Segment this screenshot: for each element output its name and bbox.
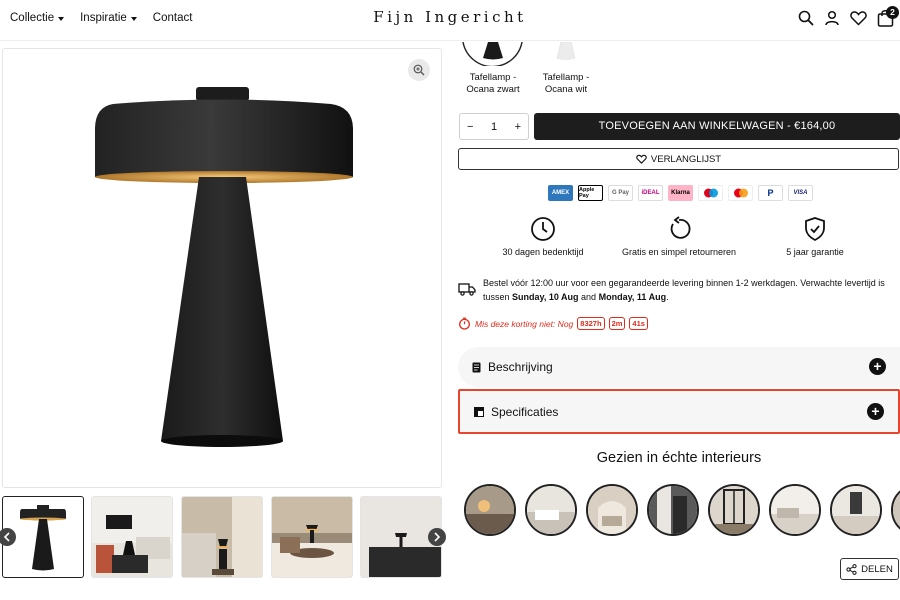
shield-check-icon bbox=[805, 217, 825, 242]
timer-hours: 8327h bbox=[577, 317, 605, 330]
delivery-info: Bestel vóór 12:00 uur voor een gegarande… bbox=[458, 276, 890, 304]
chevron-down-icon bbox=[130, 16, 137, 21]
plus-icon: + bbox=[869, 358, 886, 375]
gezien-title: Gezien in échte interieurs bbox=[596, 450, 762, 466]
accordion-label: Specificaties bbox=[491, 404, 559, 419]
quantity-stepper: − 1 + bbox=[459, 113, 529, 140]
share-button[interactable]: DELEN bbox=[840, 558, 899, 580]
accordion-label: Beschrijving bbox=[488, 360, 553, 374]
benefit-label: Gratis en simpel retourneren bbox=[621, 247, 737, 257]
add-to-cart-button[interactable]: TOEVOEGEN AAN WINKELWAGEN - €164,00 bbox=[534, 113, 900, 140]
payment-methods: AMEX Apple Pay G Pay iDEAL Klarna P VISA bbox=[548, 185, 813, 201]
interior-photo-6[interactable] bbox=[769, 484, 821, 536]
delivery-date-to: Monday, 11 Aug bbox=[598, 292, 667, 302]
share-icon bbox=[846, 563, 857, 575]
account-icon[interactable] bbox=[824, 10, 840, 26]
search-icon[interactable] bbox=[798, 10, 814, 26]
benefit-retourneren: Gratis en simpel retourneren bbox=[604, 216, 754, 257]
variant-label: Tafellamp - Ocana wit bbox=[542, 72, 590, 95]
timer-seconds: 41s bbox=[629, 317, 648, 330]
variant-ocana-wit[interactable]: Tafellamp - Ocana wit bbox=[531, 41, 601, 95]
google-pay-icon: G Pay bbox=[608, 185, 633, 201]
arrow-left-icon bbox=[3, 532, 10, 542]
benefit-garantie: 5 jaar garantie bbox=[740, 216, 890, 257]
variant-swatch bbox=[462, 41, 523, 68]
klarna-icon: Klarna bbox=[668, 185, 693, 201]
site-logo[interactable]: Fijn Ingericht bbox=[300, 8, 600, 26]
thumbnail-prev-button[interactable] bbox=[0, 528, 16, 546]
variant-ocana-zwart[interactable]: Tafellamp - Ocana zwart bbox=[458, 41, 528, 95]
quantity-increase-button[interactable]: + bbox=[515, 121, 521, 133]
mastercard-icon bbox=[728, 185, 753, 201]
stopwatch-icon bbox=[459, 317, 470, 330]
nav-contact[interactable]: Contact bbox=[153, 12, 193, 24]
nav-contact-label: Contact bbox=[152, 12, 193, 24]
ruler-icon bbox=[474, 406, 484, 417]
arrow-right-icon bbox=[434, 532, 441, 542]
wishlist-button[interactable]: VERLANGLIJST bbox=[458, 148, 899, 170]
variant-swatch bbox=[556, 41, 576, 60]
interior-photos-carousel bbox=[464, 484, 900, 536]
benefit-bedenktijd: 30 dagen bedenktijd bbox=[468, 216, 618, 257]
thumbnail-4[interactable] bbox=[271, 496, 353, 578]
interior-photo-8[interactable] bbox=[891, 484, 900, 536]
visa-icon: VISA bbox=[788, 185, 813, 201]
site-header: Collectie Inspiratie Contact Fijn Ingeri… bbox=[0, 0, 900, 41]
ideal-icon: iDEAL bbox=[638, 185, 663, 201]
nav-inspiratie[interactable]: Inspiratie bbox=[80, 12, 137, 24]
benefits-row: 30 dagen bedenktijd Gratis en simpel ret… bbox=[458, 216, 900, 264]
apple-pay-icon: Apple Pay bbox=[578, 185, 603, 201]
benefit-label: 30 dagen bedenktijd bbox=[502, 247, 584, 257]
heart-icon[interactable] bbox=[850, 10, 867, 26]
benefit-label: 5 jaar garantie bbox=[786, 247, 844, 257]
main-nav: Collectie Inspiratie Contact bbox=[10, 12, 192, 24]
timer-minutes: 2m bbox=[608, 317, 626, 330]
zoom-button[interactable] bbox=[408, 59, 430, 81]
discount-timer: Mis deze korting niet: Nog 8327h 2m 41s bbox=[458, 317, 648, 330]
wishlist-label: VERLANGLIJST bbox=[650, 153, 722, 165]
quantity-value[interactable]: 1 bbox=[491, 121, 497, 133]
nav-collectie[interactable]: Collectie bbox=[10, 12, 65, 24]
amex-icon: AMEX bbox=[548, 185, 573, 201]
accordion-beschrijving[interactable]: Beschrijving + bbox=[458, 347, 900, 387]
truck-icon bbox=[458, 283, 476, 296]
paypal-icon: P bbox=[758, 185, 783, 201]
return-icon bbox=[670, 216, 691, 239]
main-product-image[interactable] bbox=[2, 48, 442, 488]
nav-collectie-label: Collectie bbox=[10, 12, 55, 24]
chevron-down-icon bbox=[58, 16, 65, 21]
table-lamp-image bbox=[95, 87, 353, 447]
timer-label: Mis deze korting niet: Nog bbox=[475, 318, 574, 329]
zoom-in-icon bbox=[413, 64, 425, 76]
cart-count-badge: 2 bbox=[886, 6, 899, 19]
quantity-decrease-button[interactable]: − bbox=[467, 121, 473, 133]
clock-icon bbox=[531, 217, 555, 241]
interior-photo-2[interactable] bbox=[525, 484, 577, 536]
thumbnail-3[interactable] bbox=[181, 496, 263, 578]
delivery-text: Bestel vóór 12:00 uur voor een gegarande… bbox=[483, 278, 885, 302]
delivery-date-from: Sunday, 10 Aug bbox=[512, 292, 579, 302]
interior-photo-1[interactable] bbox=[464, 484, 516, 536]
heart-icon bbox=[636, 154, 647, 164]
thumbnail-next-button[interactable] bbox=[428, 528, 446, 546]
thumbnail-2[interactable] bbox=[91, 496, 173, 578]
maestro-icon bbox=[698, 185, 723, 201]
share-label: DELEN bbox=[861, 563, 893, 575]
header-icons: 2 bbox=[798, 6, 899, 27]
interior-photo-3[interactable] bbox=[586, 484, 638, 536]
variant-selector: Tafellamp - Ocana zwart Tafellamp - Ocan… bbox=[458, 41, 608, 100]
interior-photo-5[interactable] bbox=[708, 484, 760, 536]
interior-photo-4[interactable] bbox=[647, 484, 699, 536]
document-icon bbox=[472, 362, 481, 372]
nav-inspiratie-label: Inspiratie bbox=[80, 12, 127, 24]
thumbnail-strip bbox=[0, 496, 446, 578]
plus-icon: + bbox=[867, 403, 884, 420]
variant-label: Tafellamp - Ocana zwart bbox=[466, 72, 520, 95]
accordion-specificaties[interactable]: Specificaties + bbox=[458, 389, 900, 434]
cart-button[interactable]: 2 bbox=[877, 6, 899, 27]
interior-photo-7[interactable] bbox=[830, 484, 882, 536]
